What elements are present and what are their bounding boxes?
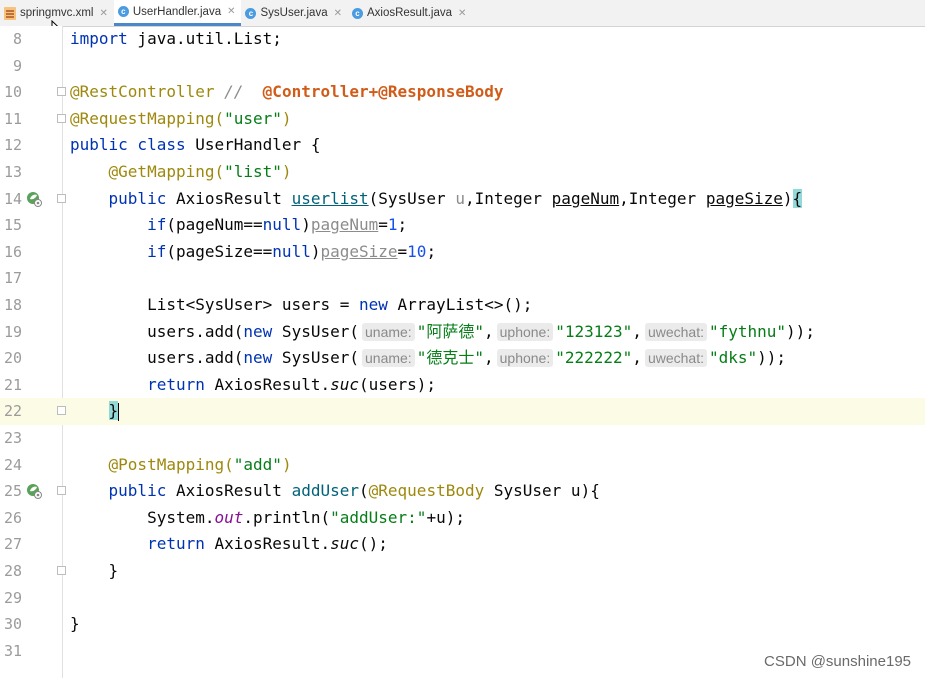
java-class-icon: c bbox=[245, 7, 257, 19]
close-icon[interactable]: ✕ bbox=[99, 8, 107, 19]
line-number: 11 bbox=[3, 109, 22, 128]
parameter-hint: uphone: bbox=[496, 322, 554, 341]
close-icon[interactable]: ✕ bbox=[334, 8, 342, 19]
fold-marker-icon[interactable] bbox=[57, 193, 66, 203]
parameter-hint: uwechat: bbox=[644, 322, 707, 341]
close-icon[interactable]: ✕ bbox=[227, 6, 235, 17]
fold-marker-icon[interactable] bbox=[57, 87, 66, 97]
code-line: 21 return AxiosResult.suc(users); bbox=[0, 372, 925, 399]
line-number: 25 bbox=[3, 482, 22, 501]
tab-label: AxiosResult.java bbox=[366, 7, 452, 19]
code-text: return AxiosResult.suc(); bbox=[147, 534, 388, 554]
line-number: 30 bbox=[3, 615, 22, 634]
line-number: 18 bbox=[3, 296, 22, 314]
line-number: 21 bbox=[3, 375, 22, 394]
code-line: 15 if(pageNum==null)pageNum=1; bbox=[0, 212, 925, 239]
line-number: 13 bbox=[3, 163, 22, 181]
line-number: 23 bbox=[3, 429, 22, 447]
code-text: List<SysUser> users = new ArrayList<>(); bbox=[70, 295, 533, 314]
code-line: 18 List<SysUser> users = new ArrayList<>… bbox=[0, 292, 925, 319]
fold-marker-icon[interactable] bbox=[57, 113, 66, 123]
code-line: 28 } bbox=[0, 558, 925, 585]
code-text: } bbox=[70, 614, 80, 634]
code-line: 19 users.add(new SysUser(uname: "阿萨德", uph… bbox=[0, 319, 925, 346]
code-line: 26 System.out.println("addUser:"+u); bbox=[0, 505, 925, 532]
code-line: 11 @RequestMapping("user") bbox=[0, 106, 925, 133]
line-number: 28 bbox=[3, 562, 22, 580]
line-number: 26 bbox=[3, 508, 22, 527]
line-number: 24 bbox=[3, 455, 22, 474]
parameter-hint: uname: bbox=[362, 322, 415, 341]
code-line: 16 if(pageSize==null)pageSize=10; bbox=[0, 239, 925, 266]
parameter-hint: uwechat: bbox=[644, 349, 707, 368]
code-text: @RequestMapping("user") bbox=[70, 108, 292, 128]
code-line: 27 return AxiosResult.suc(); bbox=[0, 531, 925, 558]
tab-axiosresult-java[interactable]: c AxiosResult.java ✕ bbox=[348, 0, 472, 26]
code-line: 25 public AxiosResult addUser(@RequestBo… bbox=[0, 478, 925, 505]
spring-endpoint-icon[interactable] bbox=[26, 483, 42, 500]
code-line: 10 @RestController // @Controller+@Respo… bbox=[0, 79, 925, 106]
text-caret bbox=[118, 402, 120, 421]
code-text: } bbox=[70, 561, 119, 580]
code-text: return AxiosResult.suc(users); bbox=[147, 374, 437, 394]
spring-endpoint-icon[interactable] bbox=[26, 191, 42, 207]
code-text: import java.util.List; bbox=[70, 29, 282, 48]
code-line: 29 bbox=[0, 585, 925, 612]
code-text: System.out.println("addUser:"+u); bbox=[70, 507, 465, 527]
code-text: public AxiosResult addUser(@RequestBody … bbox=[108, 481, 600, 501]
tab-label: SysUser.java bbox=[260, 7, 328, 19]
code-text: if(pageNum==null)pageNum=1; bbox=[147, 215, 408, 235]
code-line: 30 } bbox=[0, 611, 925, 638]
line-number: 16 bbox=[3, 242, 22, 261]
line-number: 8 bbox=[12, 30, 22, 48]
code-line: 23 bbox=[0, 425, 925, 452]
code-line: 20 users.add(new SysUser(uname: "德克士", uph… bbox=[0, 345, 925, 372]
code-line: 17 bbox=[0, 265, 925, 292]
code-editor[interactable]: 8 import java.util.List; 9 10 @RestContr… bbox=[0, 26, 925, 678]
close-icon[interactable]: ✕ bbox=[458, 8, 466, 19]
code-text: public AxiosResult userlist(SysUser u,In… bbox=[108, 188, 803, 208]
parameter-hint: uname: bbox=[362, 349, 415, 368]
code-text: users.add(new SysUser(uname: "阿萨德", uphone… bbox=[70, 321, 815, 341]
line-number: 15 bbox=[3, 216, 22, 235]
fold-marker-icon[interactable] bbox=[57, 406, 66, 416]
code-line: 8 import java.util.List; bbox=[0, 26, 925, 53]
line-number: 29 bbox=[3, 588, 22, 607]
xml-file-icon bbox=[4, 6, 16, 20]
code-line: 12 public class UserHandler { bbox=[0, 132, 925, 159]
tab-sysuser-java[interactable]: c SysUser.java ✕ bbox=[241, 0, 348, 26]
tab-label: UserHandler.java bbox=[132, 5, 222, 18]
watermark: CSDN @sunshine195 bbox=[764, 653, 911, 670]
fold-marker-icon[interactable] bbox=[57, 486, 66, 496]
parameter-hint: uphone: bbox=[496, 349, 554, 368]
line-number: 17 bbox=[3, 269, 22, 288]
code-line: 14 public AxiosResult userlist(SysUser u… bbox=[0, 186, 925, 213]
line-number: 14 bbox=[3, 189, 22, 208]
tab-label: springmvc.xml bbox=[20, 7, 94, 19]
current-code-line: 22 } bbox=[0, 398, 925, 425]
code-text: @PostMapping("add") bbox=[70, 454, 292, 474]
java-class-icon: c bbox=[351, 7, 363, 19]
code-text: if(pageSize==null)pageSize=10; bbox=[147, 241, 437, 261]
code-text: @RestController // @Controller+@Response… bbox=[70, 82, 504, 102]
fold-marker-icon[interactable] bbox=[57, 566, 66, 575]
code-line: 9 bbox=[0, 53, 925, 80]
tab-userhandler-java[interactable]: c UserHandler.java ✕ bbox=[113, 0, 242, 26]
code-line: 13 @GetMapping("list") bbox=[0, 159, 925, 186]
line-number: 31 bbox=[3, 641, 22, 660]
line-number: 27 bbox=[3, 535, 22, 554]
editor-tab-bar: springmvc.xml ✕ c UserHandler.java ✕ c S… bbox=[0, 0, 925, 27]
code-text: public class UserHandler { bbox=[70, 135, 321, 155]
code-text: users.add(new SysUser(uname: "德克士", uphone… bbox=[70, 348, 787, 368]
code-text: } bbox=[108, 401, 120, 421]
line-number: 10 bbox=[3, 83, 22, 102]
code-text: @GetMapping("list") bbox=[70, 162, 292, 181]
line-number: 9 bbox=[12, 56, 22, 75]
line-number: 20 bbox=[3, 349, 22, 368]
line-number: 22 bbox=[3, 402, 22, 421]
line-number: 12 bbox=[3, 136, 22, 155]
code-line: 24 @PostMapping("add") bbox=[0, 452, 925, 479]
line-number: 19 bbox=[3, 322, 22, 341]
java-class-icon: c bbox=[117, 6, 129, 17]
